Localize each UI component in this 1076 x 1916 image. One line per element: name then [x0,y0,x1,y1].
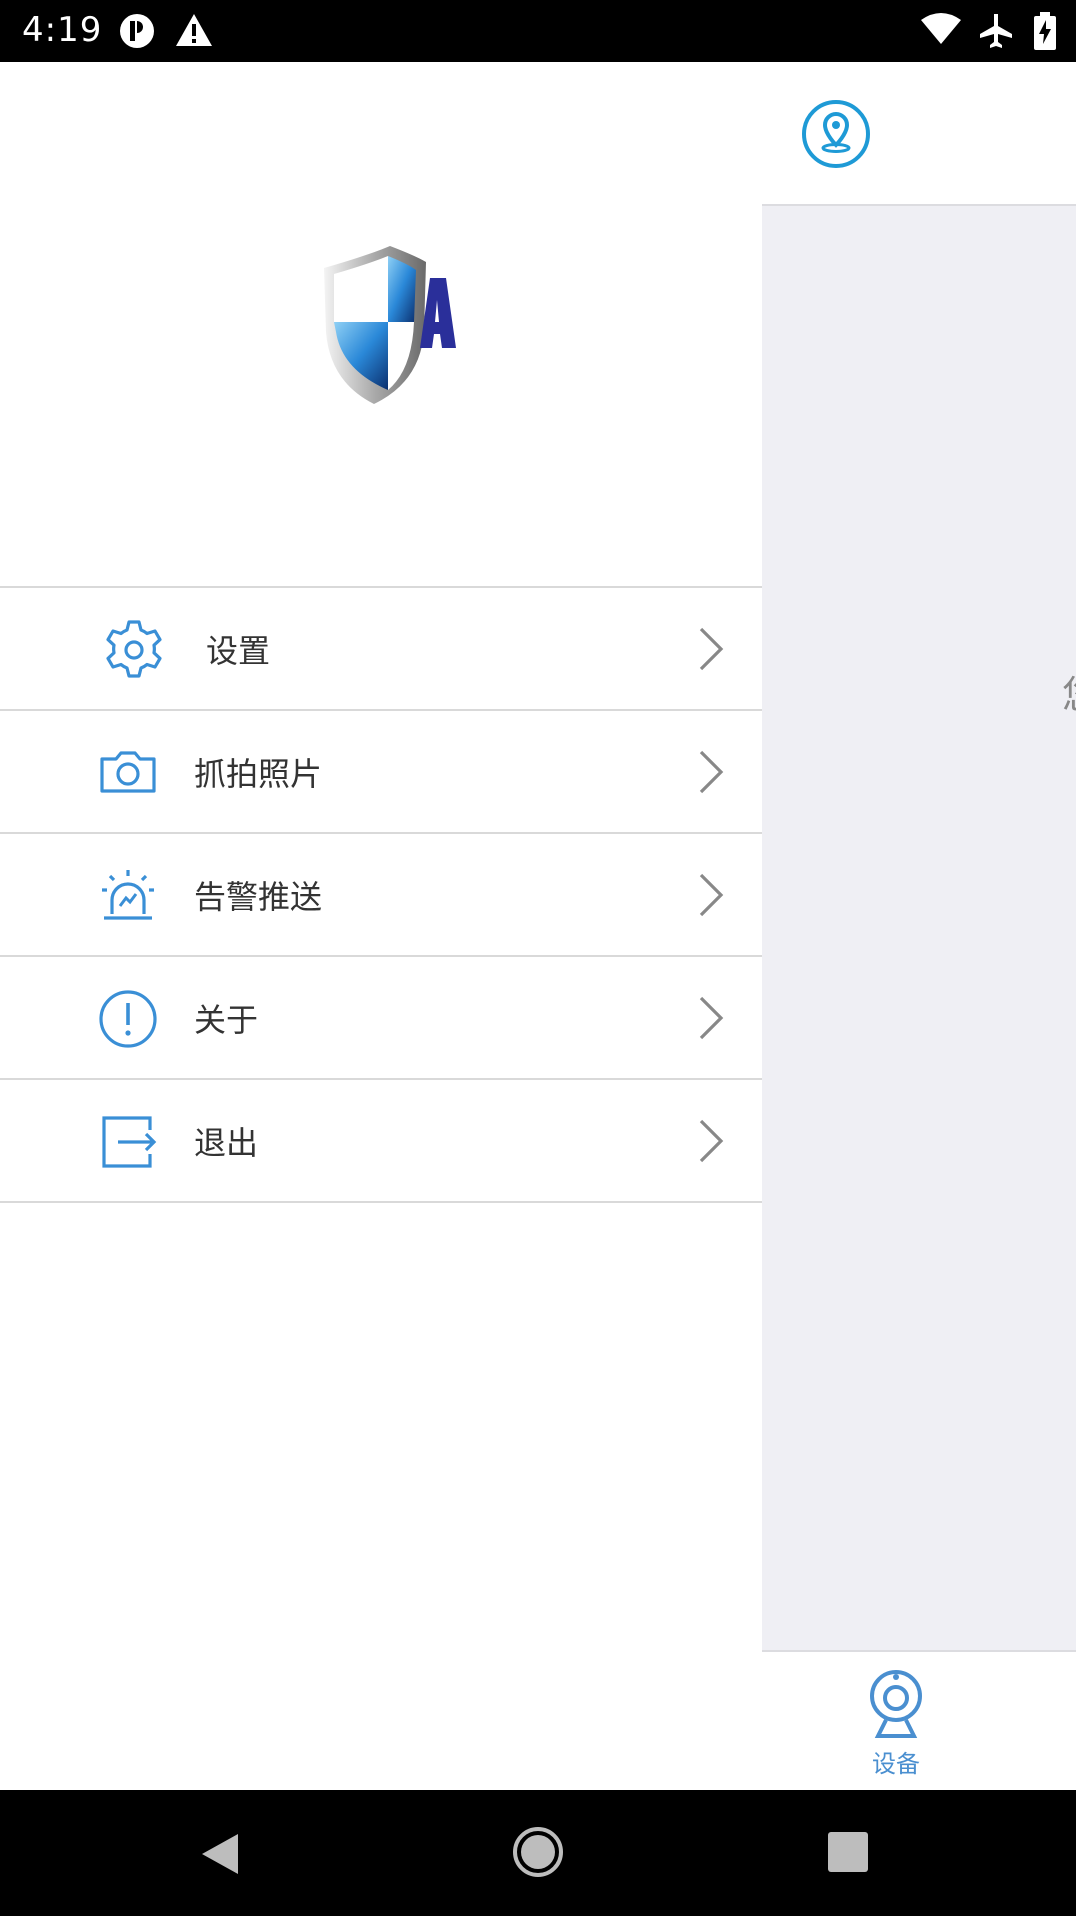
logout-icon [102,1116,157,1168]
camera-icon [100,751,156,793]
menu-item-settings[interactable]: 设置 [0,588,762,711]
back-icon[interactable] [198,1832,242,1876]
recents-icon[interactable] [828,1832,868,1872]
home-icon[interactable] [512,1826,564,1878]
chevron-right-icon [699,996,724,1040]
status-time: 4:19 [22,10,103,50]
menu-item-logout[interactable]: 退出 [0,1080,762,1203]
menu-label-about: 关于 [194,1001,259,1039]
menu-label-logout: 退出 [194,1124,259,1162]
airplane-mode-icon [980,14,1012,48]
status-bar: 4:19 [0,0,1076,62]
screen: 4:19 您 [0,0,1076,1916]
peek-text: 您 [1062,664,1076,719]
webcam-icon [870,1670,922,1738]
background-app [762,62,1076,1790]
alarm-light-icon [102,870,154,920]
wifi-icon [921,13,961,44]
battery-charging-icon [1034,12,1056,50]
chevron-right-icon [699,1119,724,1163]
chevron-right-icon [699,750,724,794]
navigation-drawer: 设置 抓拍照片 告警推送 关于 退出 [0,62,762,1790]
tab-device[interactable]: 设备 [856,1664,936,1784]
menu-label-alarm-push: 告警推送 [194,878,323,916]
menu-label-settings: 设置 [206,632,271,670]
system-nav-bar [0,1790,1076,1916]
warning-icon [176,14,212,46]
menu-item-alarm-push[interactable]: 告警推送 [0,834,762,957]
chevron-right-icon [699,873,724,917]
notification-app-icon [120,14,154,48]
shield-a-logo [324,246,456,404]
location-pin-icon[interactable] [800,98,872,170]
menu-item-about[interactable]: 关于 [0,957,762,1080]
menu-item-snapshots[interactable]: 抓拍照片 [0,711,762,834]
menu-label-snapshots: 抓拍照片 [194,755,323,793]
info-exclamation-icon [99,990,157,1048]
chevron-right-icon [699,627,724,671]
drawer-menu: 设置 抓拍照片 告警推送 关于 退出 [0,586,762,1203]
tab-device-label: 设备 [872,1750,920,1778]
gear-icon [106,620,162,678]
